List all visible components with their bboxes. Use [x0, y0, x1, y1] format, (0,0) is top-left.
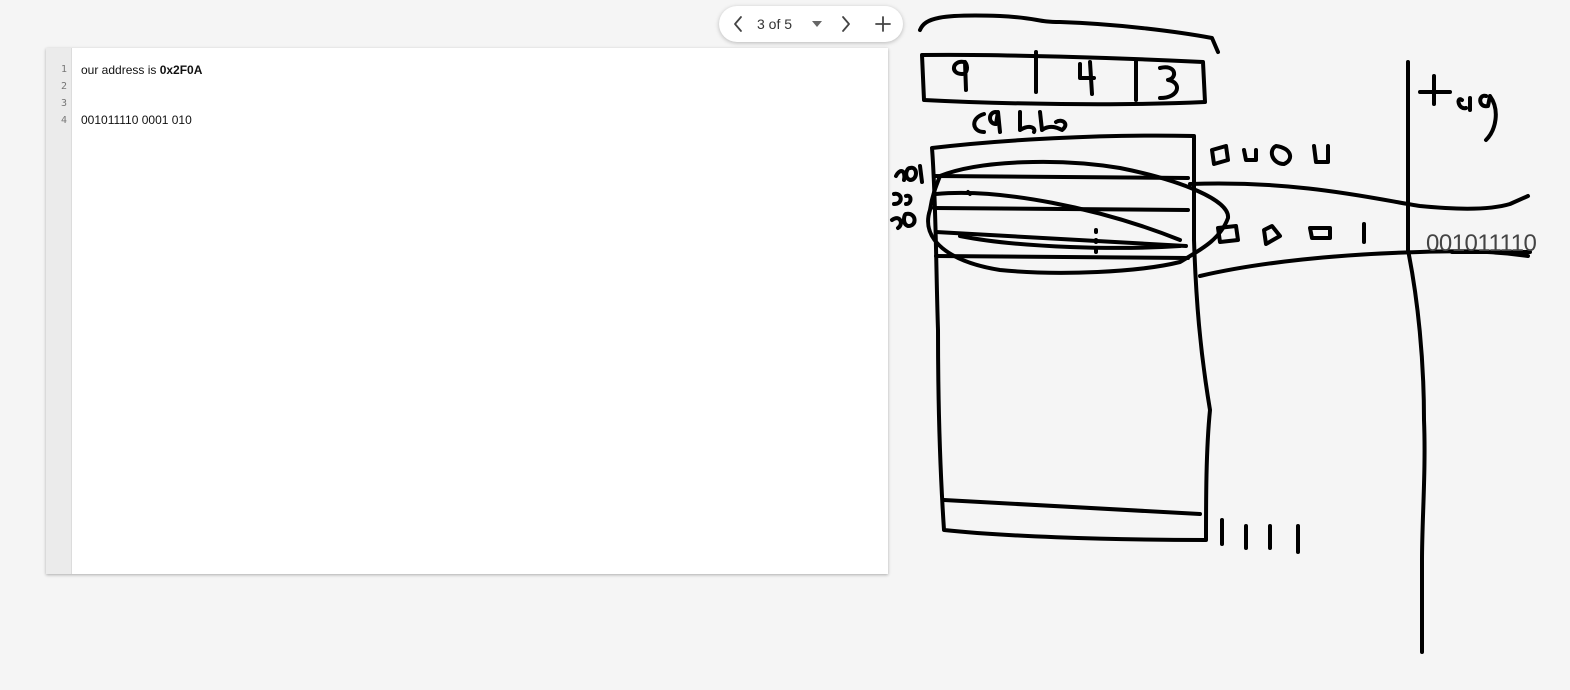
bit-0-stroke [1210, 144, 1230, 166]
tag-label-stroke [1418, 74, 1452, 106]
tag-line-stroke [1188, 181, 1530, 211]
tag-label-stroke [1478, 93, 1498, 142]
row-label-stroke [892, 191, 913, 206]
drawing-canvas[interactable] [0, 0, 1570, 690]
cache-outline-stroke [930, 133, 1212, 542]
row-label-stroke [894, 164, 924, 184]
row-label-stroke [890, 211, 917, 230]
cache-row-stroke [932, 206, 1190, 212]
bit-u-stroke [1242, 148, 1258, 162]
digit-4-stroke [1078, 60, 1096, 96]
bit-0-stroke [1262, 224, 1282, 246]
cache-row-stroke [934, 254, 1190, 260]
bit-0-stroke [1269, 144, 1293, 166]
bit-0-stroke [1308, 226, 1332, 240]
typed-binary-label: 001011110 [1426, 230, 1537, 257]
cache-row-stroke [942, 498, 1202, 516]
bit-u-stroke [1312, 144, 1330, 164]
bracket-stroke [918, 13, 1220, 54]
cache-label-stroke [972, 110, 1068, 134]
digit-3-stroke [1158, 65, 1179, 100]
ellipsis-stroke [966, 190, 972, 196]
digit-9-stroke [952, 59, 969, 92]
tag-label-stroke [1456, 96, 1472, 112]
divider-stroke [1406, 60, 1427, 654]
